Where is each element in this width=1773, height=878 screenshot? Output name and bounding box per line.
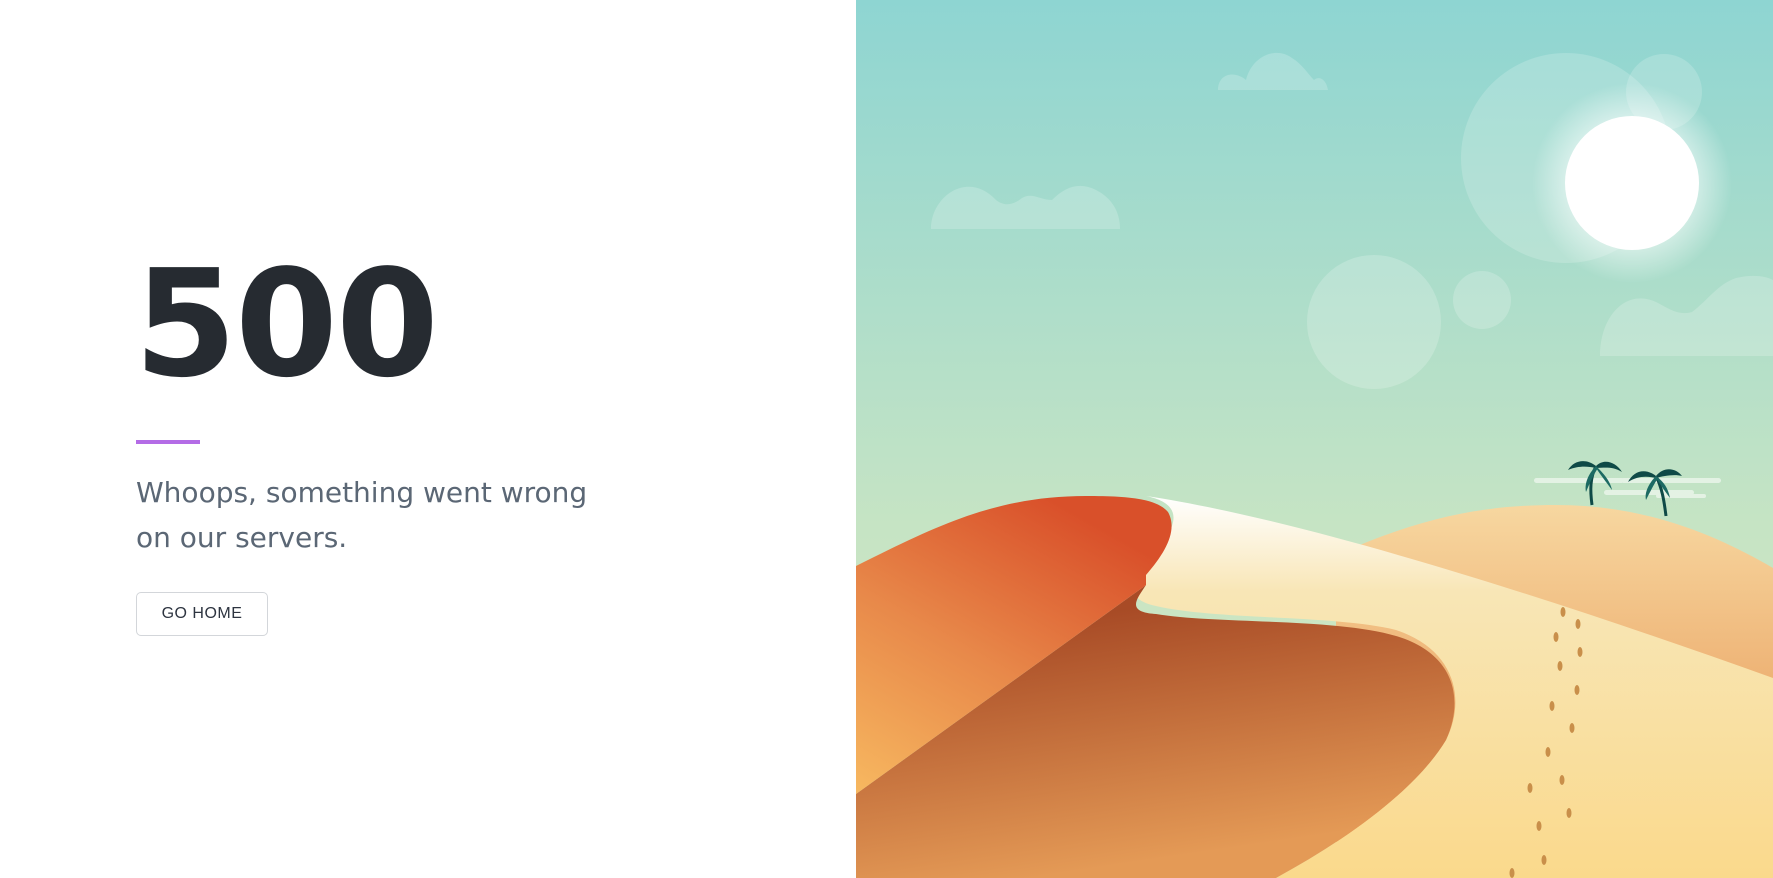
error-message: Whoops, something went wrong on our serv… xyxy=(136,476,588,554)
decor-circle-small xyxy=(1453,271,1511,329)
error-code: 500 xyxy=(134,238,439,410)
accent-divider xyxy=(136,440,200,444)
error-content-panel: 500 Whoops, something went wrong on our … xyxy=(0,0,856,878)
desert-scene-svg xyxy=(856,0,1773,878)
sun-icon xyxy=(1565,116,1699,250)
decor-circle-large xyxy=(1307,255,1441,389)
go-home-button[interactable]: GO HOME xyxy=(136,592,268,636)
desert-illustration xyxy=(856,0,1773,878)
